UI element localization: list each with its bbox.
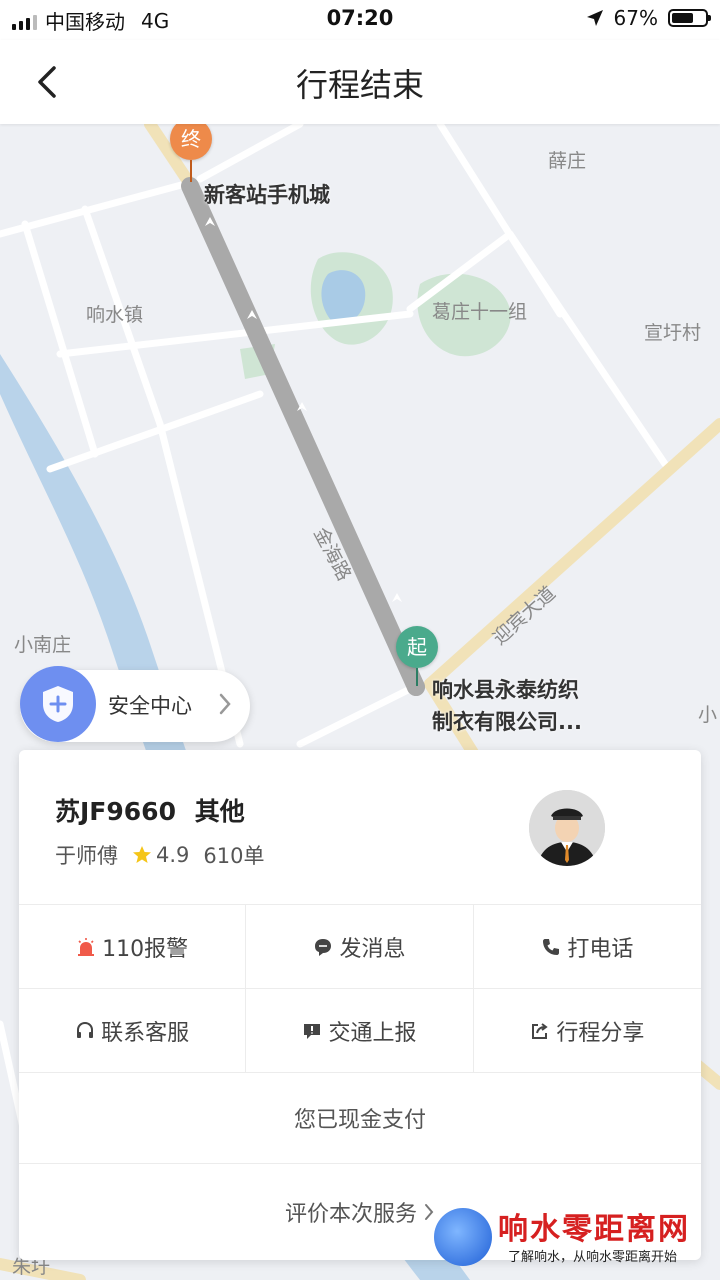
share-trip-button[interactable]: 行程分享 bbox=[473, 989, 701, 1073]
rating-value: 4.9 bbox=[156, 843, 190, 867]
status-bar: 中国移动 4G 07:20 67% bbox=[0, 0, 720, 40]
order-count: 610单 bbox=[203, 844, 265, 868]
start-poi-line1: 响水县永泰纺织 bbox=[432, 678, 579, 702]
plate-number: 苏JF9660 bbox=[55, 797, 176, 826]
nav-bar: 行程结束 bbox=[0, 40, 720, 124]
map-label-gezhuang: 葛庄十一组 bbox=[432, 301, 528, 323]
payment-status: 您已现金支付 bbox=[19, 1073, 701, 1164]
chevron-right-icon bbox=[219, 693, 231, 715]
alarm-icon bbox=[78, 937, 95, 956]
driver-meta: 于师傅 4.9 610单 bbox=[55, 840, 265, 870]
traffic-report-label: 交通上报 bbox=[328, 1020, 417, 1046]
police-110-button[interactable]: 110报警 bbox=[19, 905, 247, 989]
battery-fill bbox=[672, 13, 694, 23]
shield-plus-icon bbox=[20, 666, 96, 742]
status-right: 67% bbox=[586, 6, 711, 30]
vehicle-info: 苏JF9660 其他 bbox=[55, 792, 245, 828]
driver-avatar[interactable] bbox=[529, 790, 605, 866]
map-label-edge: 小 bbox=[698, 704, 718, 726]
start-poi-line2: 制衣有限公司... bbox=[432, 710, 582, 734]
trip-card: 苏JF9660 其他 于师傅 4.9 610单 110报警 发消息 打电话 联系… bbox=[19, 750, 701, 1260]
battery-icon bbox=[668, 9, 711, 27]
driver-name: 于师傅 bbox=[55, 844, 118, 868]
share-trip-label: 行程分享 bbox=[556, 1020, 645, 1046]
end-pin[interactable]: 终 bbox=[170, 118, 212, 160]
send-message-label: 发消息 bbox=[339, 936, 406, 962]
battery-percent: 67% bbox=[613, 6, 658, 30]
map-label-xiaonanzhuang: 小南庄 bbox=[14, 634, 72, 656]
safety-center-label: 安全中心 bbox=[108, 694, 192, 718]
driver-rating: 4.9 bbox=[132, 843, 189, 867]
watermark: 响水零距离网 了解响水，从响水零距离开始 bbox=[432, 1204, 712, 1274]
end-poi-label: 新客站手机城 bbox=[204, 183, 330, 207]
watermark-logo-icon bbox=[434, 1208, 492, 1266]
watermark-title: 响水零距离网 bbox=[498, 1212, 690, 1247]
driver-avatar-image bbox=[529, 790, 605, 866]
start-pin[interactable]: 起 bbox=[396, 626, 438, 668]
location-arrow-icon bbox=[586, 10, 603, 26]
start-poi-label: 响水县永泰纺织 制衣有限公司... bbox=[432, 674, 582, 738]
car-type: 其他 bbox=[194, 797, 245, 826]
safety-center-button[interactable]: 安全中心 bbox=[20, 666, 250, 742]
send-message-button[interactable]: 发消息 bbox=[246, 905, 474, 989]
report-icon bbox=[304, 1023, 321, 1039]
call-driver-button[interactable]: 打电话 bbox=[473, 905, 701, 989]
map-label-xuanyucun: 宣圩村 bbox=[644, 322, 702, 344]
police-110-label: 110报警 bbox=[102, 936, 189, 962]
customer-service-label: 联系客服 bbox=[101, 1020, 190, 1046]
start-pin-stem bbox=[416, 668, 418, 686]
headset-icon bbox=[77, 1021, 94, 1038]
message-icon bbox=[315, 938, 332, 956]
watermark-subtitle: 了解响水，从响水零距离开始 bbox=[508, 1250, 678, 1265]
share-icon bbox=[532, 1022, 548, 1039]
rate-service-label: 评价本次服务 bbox=[284, 1202, 417, 1227]
phone-icon bbox=[543, 938, 560, 955]
map-label-xiangshuizhen: 响水镇 bbox=[86, 304, 144, 326]
traffic-report-button[interactable]: 交通上报 bbox=[246, 989, 474, 1073]
end-pin-stem bbox=[190, 160, 192, 182]
map-label-xuezhuang: 薛庄 bbox=[548, 150, 587, 172]
customer-service-button[interactable]: 联系客服 bbox=[19, 989, 247, 1073]
action-grid: 110报警 发消息 打电话 联系客服 交通上报 行程分享 bbox=[19, 905, 701, 1073]
call-driver-label: 打电话 bbox=[567, 936, 634, 962]
page-title: 行程结束 bbox=[295, 66, 424, 104]
star-icon bbox=[133, 846, 151, 863]
driver-info: 苏JF9660 其他 于师傅 4.9 610单 bbox=[19, 750, 701, 905]
